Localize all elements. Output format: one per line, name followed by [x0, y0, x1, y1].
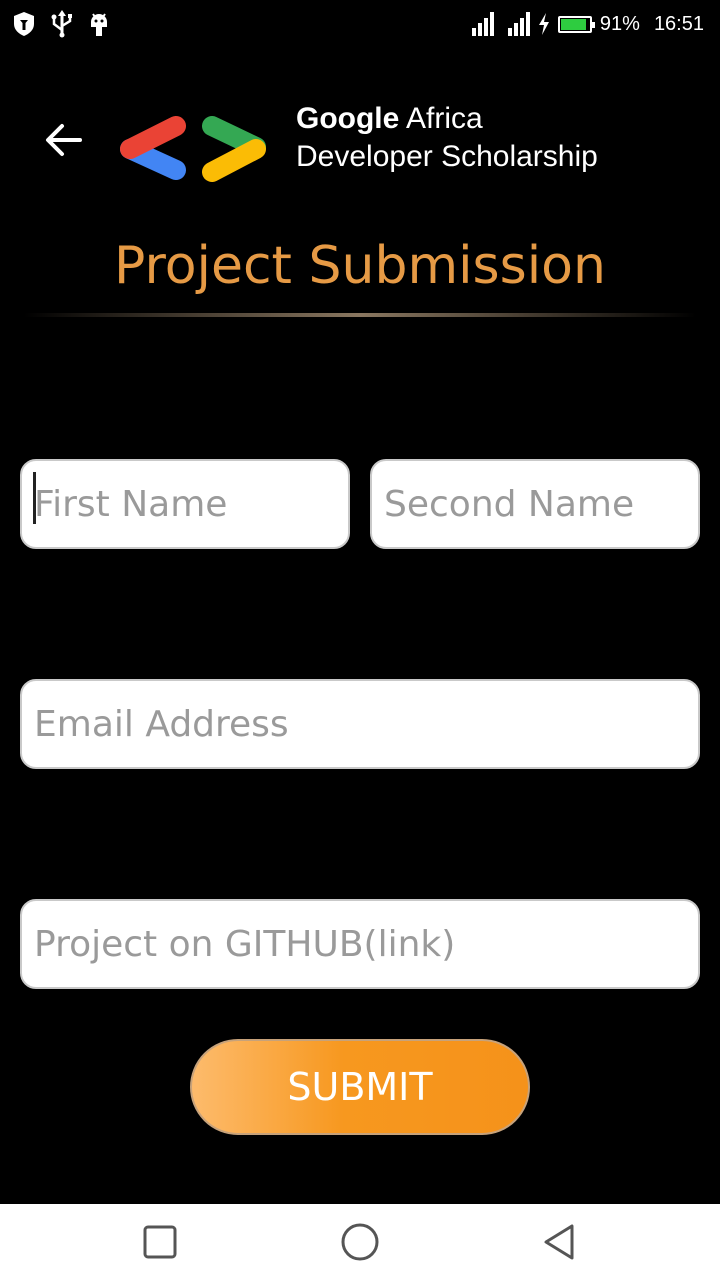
android-debug-icon [91, 13, 107, 36]
shield-icon [14, 12, 34, 36]
brand-text: Google Africa Developer Scholarship [296, 100, 598, 176]
submit-button[interactable]: SUBMIT [190, 1039, 530, 1135]
status-icons-left [12, 10, 110, 38]
signal-icon [471, 12, 494, 36]
navigation-bar [0, 1204, 720, 1280]
charging-icon [538, 13, 549, 35]
email-input[interactable] [20, 679, 700, 769]
first-name-input[interactable] [20, 459, 350, 549]
recents-square-icon[interactable] [140, 1222, 180, 1262]
status-icons-right: 91% 16:51 [471, 12, 704, 36]
back-triangle-icon[interactable] [540, 1222, 580, 1262]
github-link-input[interactable] [20, 899, 700, 989]
battery-percent: 91% [599, 12, 640, 35]
signal-icon [507, 12, 530, 36]
page-title: Project Submission [114, 236, 606, 296]
brand-africa: Africa [399, 102, 483, 135]
status-bar: 91% 16:51 [0, 0, 720, 52]
clock: 16:51 [653, 12, 704, 35]
home-circle-icon[interactable] [340, 1222, 380, 1262]
battery-icon [557, 15, 595, 33]
text-cursor [33, 472, 36, 524]
google-developers-logo [120, 116, 266, 182]
brand-google: Google [296, 102, 400, 135]
back-arrow-icon[interactable] [40, 118, 88, 162]
usb-icon [51, 10, 72, 38]
title-divider [24, 313, 696, 317]
second-name-input[interactable] [370, 459, 700, 549]
brand-line2: Developer Scholarship [296, 140, 598, 173]
